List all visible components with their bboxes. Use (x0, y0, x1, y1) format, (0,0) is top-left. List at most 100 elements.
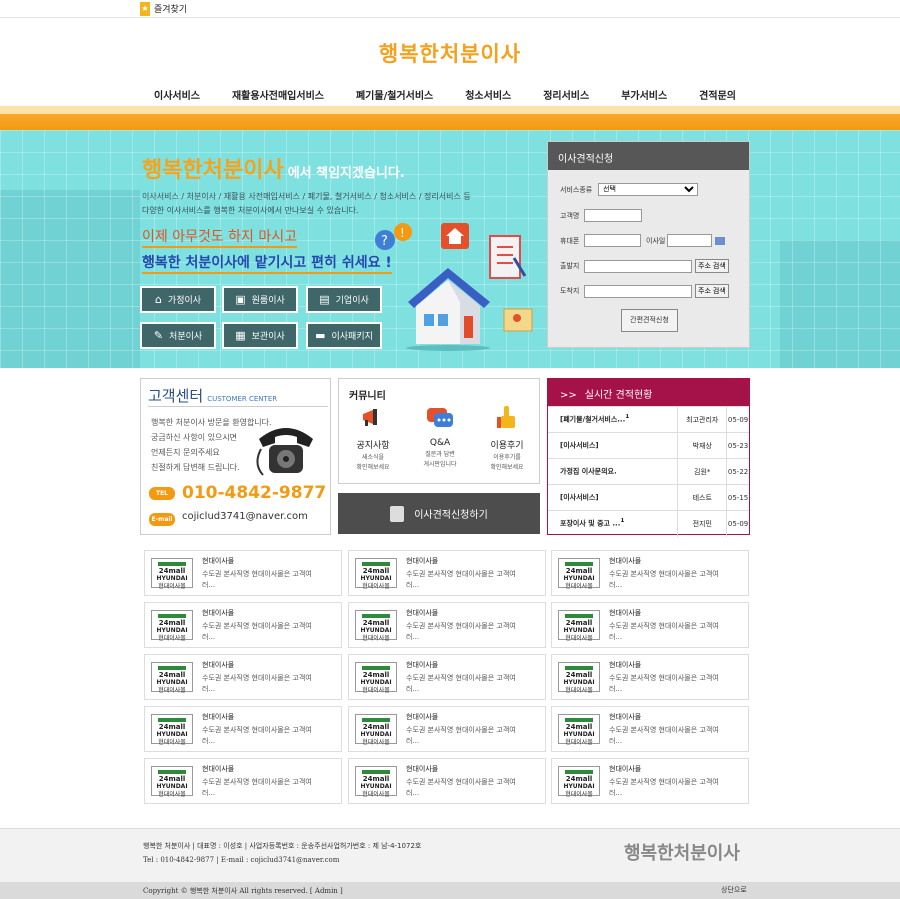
partner-logo: 24mall HYUNDAI 현대이사몰 (355, 714, 397, 746)
chat-bubble-icon (427, 408, 453, 427)
partner-card[interactable]: 24mall HYUNDAI 현대이사몰 현대이사몰 수도권 본사직영 현대이사몰은… (551, 550, 749, 596)
nav-item[interactable]: 정리서비스 (543, 87, 589, 102)
service-type-select[interactable]: 선택 (598, 183, 698, 196)
svg-text:?: ? (381, 234, 388, 249)
origin-label: 출발지 (560, 262, 580, 270)
realtime-quotes: >> 실시간 견적현황 [폐기물/철거서비스...1 최고관리자 05-09 [이사서… (547, 378, 750, 537)
quote-request-button[interactable]: 이사견적신청하기 (338, 493, 540, 534)
partner-card[interactable]: 24mall HYUNDAI 현대이사몰 현대이사몰 수도권 본사직영 현대이사몰은… (144, 602, 342, 648)
table-row[interactable]: [폐기물/철거서비스...1 최고관리자 05-09 (548, 406, 749, 433)
service-button-storage[interactable]: ▦ 보관이사 (222, 322, 298, 349)
back-to-top-link[interactable]: 상단으로 (721, 885, 747, 895)
service-button-oneroom[interactable]: ▣ 원룸이사 (222, 286, 298, 313)
site-logo[interactable]: 행복한처분이사 (0, 38, 900, 68)
service-button-office[interactable]: ▤ 기업이사 (306, 286, 382, 313)
email-badge: E-mail (149, 513, 175, 526)
partner-name: 현대이사몰 (202, 609, 235, 617)
partner-logo: 24mall HYUNDAI 현대이사몰 (355, 610, 397, 642)
calendar-icon[interactable] (715, 236, 726, 245)
hero-slogan-2: 행복한 처분이사에 맡기시고 편히 쉬세요 ! (142, 252, 392, 274)
service-button-package[interactable]: ▬ 이사패키지 (306, 322, 382, 349)
partner-card[interactable]: 24mall HYUNDAI 현대이사몰 현대이사몰 수도권 본사직영 현대이사몰은… (551, 758, 749, 804)
nav-item[interactable]: 재활용사전매입서비스 (232, 87, 324, 102)
email-address: cojiclud3741@naver.com (182, 511, 308, 522)
phone-input[interactable] (584, 234, 641, 247)
partner-description: 수도권 본사직영 현대이사몰은 고객여러... (406, 622, 516, 641)
telephone-icon (256, 428, 313, 476)
house-icon: ⌂ (154, 293, 162, 306)
nav-item[interactable]: 청소서비스 (465, 87, 511, 102)
favorites-label: 즐겨찾기 (154, 5, 188, 15)
nav-item[interactable]: 견적문의 (699, 87, 736, 102)
table-row[interactable]: [이사서비스] 박재상 05-23 (548, 432, 749, 459)
partner-logo: 24mall HYUNDAI 현대이사몰 (151, 766, 193, 798)
footer-company-info: 행복한 처분이사 | 대표명 : 이성호 | 사업자등록번호 : 운송주선사업허… (143, 842, 422, 850)
copyright: Copyright © 행복한 처분이사 All rights reserved… (143, 887, 343, 895)
truck-icon: ▬ (315, 329, 326, 342)
partner-logo: 24mall HYUNDAI 현대이사몰 (558, 662, 600, 694)
partner-card[interactable]: 24mall HYUNDAI 현대이사몰 현대이사몰 수도권 본사직영 현대이사몰은… (551, 654, 749, 700)
name-label: 고객명 (560, 211, 580, 220)
partner-card[interactable]: 24mall HYUNDAI 현대이사몰 현대이사몰 수도권 본사직영 현대이사몰은… (551, 602, 749, 648)
origin-input[interactable] (584, 259, 692, 273)
partner-description: 수도권 본사직영 현대이사몰은 고객여러... (609, 674, 719, 693)
table-row[interactable]: 가정집 이사문의요. 김원* 05-22 (548, 458, 749, 485)
nav-item[interactable]: 부가서비스 (621, 87, 667, 102)
favorites-link[interactable]: ★ 즐겨찾기 (140, 0, 187, 17)
partner-card[interactable]: 24mall HYUNDAI 현대이사몰 현대이사몰 수도권 본사직영 현대이사몰은… (144, 758, 342, 804)
partner-card[interactable]: 24mall HYUNDAI 현대이사몰 현대이사몰 수도권 본사직영 현대이사몰은… (551, 706, 749, 752)
service-button-home[interactable]: ⌂ 가정이사 (140, 286, 216, 313)
review-link[interactable]: 이용후기 이용후기를 확인해보세요 (477, 404, 537, 473)
partner-logo: 24mall HYUNDAI 현대이사몰 (355, 766, 397, 798)
partner-name: 현대이사몰 (202, 661, 235, 669)
partner-card[interactable]: 24mall HYUNDAI 현대이사몰 현대이사몰 수도권 본사직영 현대이사몰은… (348, 550, 546, 596)
megaphone-icon (363, 409, 377, 426)
partner-logo: 24mall HYUNDAI 현대이사몰 (151, 662, 193, 694)
qna-link[interactable]: Q&A 질문과 답변 게시판입니다 (410, 404, 470, 470)
nav-item[interactable]: 이사서비스 (154, 87, 200, 102)
partner-card[interactable]: 24mall HYUNDAI 현대이사몰 현대이사몰 수도권 본사직영 현대이사몰은… (348, 654, 546, 700)
partner-name: 현대이사몰 (406, 557, 439, 565)
footer: 행복한 처분이사 | 대표명 : 이성호 | 사업자등록번호 : 운송주선사업허… (0, 828, 900, 882)
partner-name: 현대이사몰 (609, 713, 642, 721)
origin-address-search-button[interactable]: 주소 검색 (695, 259, 729, 273)
table-row[interactable]: [이사서비스] 테스트 05-15 (548, 484, 749, 511)
partner-logo: 24mall HYUNDAI 현대이사몰 (151, 714, 193, 746)
tel-badge: TEL (149, 487, 175, 500)
notice-link[interactable]: 공지사항 새소식을 확인해보세요 (343, 404, 403, 473)
partner-name: 현대이사몰 (202, 557, 235, 565)
clipboard-icon (489, 235, 526, 279)
destination-address-search-button[interactable]: 주소 검색 (695, 284, 729, 298)
partner-name: 현대이사몰 (406, 713, 439, 721)
move-date-label: 이사일 (646, 236, 666, 245)
partner-description: 수도권 본사직영 현대이사몰은 고객여러... (406, 726, 516, 745)
community-title: 커뮤니티 (349, 391, 386, 402)
partner-name: 현대이사몰 (609, 557, 642, 565)
partner-card[interactable]: 24mall HYUNDAI 현대이사몰 현대이사몰 수도권 본사직영 현대이사몰은… (144, 654, 342, 700)
partner-card[interactable]: 24mall HYUNDAI 현대이사몰 현대이사몰 수도권 본사직영 현대이사몰은… (348, 758, 546, 804)
move-date-input[interactable] (667, 234, 713, 247)
partner-name: 현대이사몰 (202, 713, 235, 721)
question-bubble-icon: ? ! (375, 223, 412, 250)
phone-label: 휴대폰 (560, 236, 580, 245)
table-row[interactable]: 포장이사 및 중고 ...1 전지민 05-09 (548, 510, 749, 537)
briefcase-icon: ▤ (319, 293, 330, 306)
service-button-disposal[interactable]: ✎ 처분이사 (140, 322, 216, 349)
partner-card[interactable]: 24mall HYUNDAI 현대이사몰 현대이사몰 수도권 본사직영 현대이사몰은… (144, 706, 342, 752)
main-nav: 이사서비스 재활용사전매입서비스 폐기물/철거서비스 청소서비스 정리서비스 부… (140, 87, 750, 102)
partner-name: 현대이사몰 (406, 609, 439, 617)
partner-card[interactable]: 24mall HYUNDAI 현대이사몰 현대이사몰 수도권 본사직영 현대이사몰은… (144, 550, 342, 596)
destination-input[interactable] (584, 284, 692, 298)
nav-item[interactable]: 폐기물/철거서비스 (356, 87, 433, 102)
partner-description: 수도권 본사직영 현대이사몰은 고객여러... (406, 570, 516, 589)
top-bar: ★ 즐겨찾기 (0, 0, 900, 18)
quick-quote-submit-button[interactable]: 간편견적신청 (621, 309, 678, 332)
footer-contact: Tel : 010-4842-9877 | E-mail : cojiclud3… (143, 856, 340, 864)
form-icon (390, 505, 405, 522)
partner-description: 수도권 본사직영 현대이사몰은 고객여러... (202, 570, 312, 589)
home-icon (441, 223, 469, 249)
name-input[interactable] (584, 209, 642, 222)
partner-card[interactable]: 24mall HYUNDAI 현대이사몰 현대이사몰 수도권 본사직영 현대이사몰은… (348, 706, 546, 752)
map-icon (503, 308, 533, 332)
partner-card[interactable]: 24mall HYUNDAI 현대이사몰 현대이사몰 수도권 본사직영 현대이사몰은… (348, 602, 546, 648)
